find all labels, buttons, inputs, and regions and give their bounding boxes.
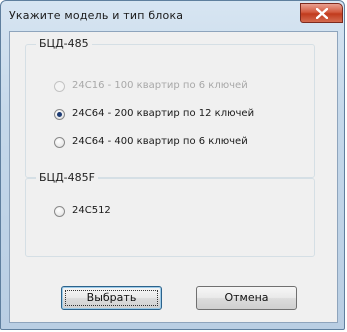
group-bcd-485f-legend: БЦД-485F [36,171,98,184]
title-bar[interactable]: Укажите модель и тип блока [1,1,344,31]
radio-button[interactable] [54,206,65,217]
radio-button [54,81,65,92]
dialog-window: Укажите модель и тип блока БЦД-485 24C16… [0,0,345,330]
radio-label: 24C64 - 400 квартир по 6 ключей [72,136,248,147]
group-bcd-485-legend: БЦД-485 [36,37,92,50]
close-button[interactable] [300,3,343,23]
focus-rectangle [65,290,158,306]
cancel-button[interactable]: Отмена [196,286,297,310]
select-button[interactable]: Выбрать [61,286,162,310]
radio-button[interactable] [54,109,65,120]
window-title: Укажите модель и тип блока [9,9,184,22]
group-bcd-485f: БЦД-485F 24C512 [25,171,315,257]
radio-label: 24C512 [72,205,111,216]
radio-label: 24C16 - 100 квартир по 6 ключей [72,80,248,91]
close-icon [316,8,328,19]
radio-button[interactable] [54,137,65,148]
group-bcd-485: БЦД-485 24C16 - 100 квартир по 6 ключей … [25,37,315,178]
radio-label: 24C64 - 200 квартир по 12 ключей [72,108,255,119]
cancel-button-label: Отмена [224,291,269,304]
